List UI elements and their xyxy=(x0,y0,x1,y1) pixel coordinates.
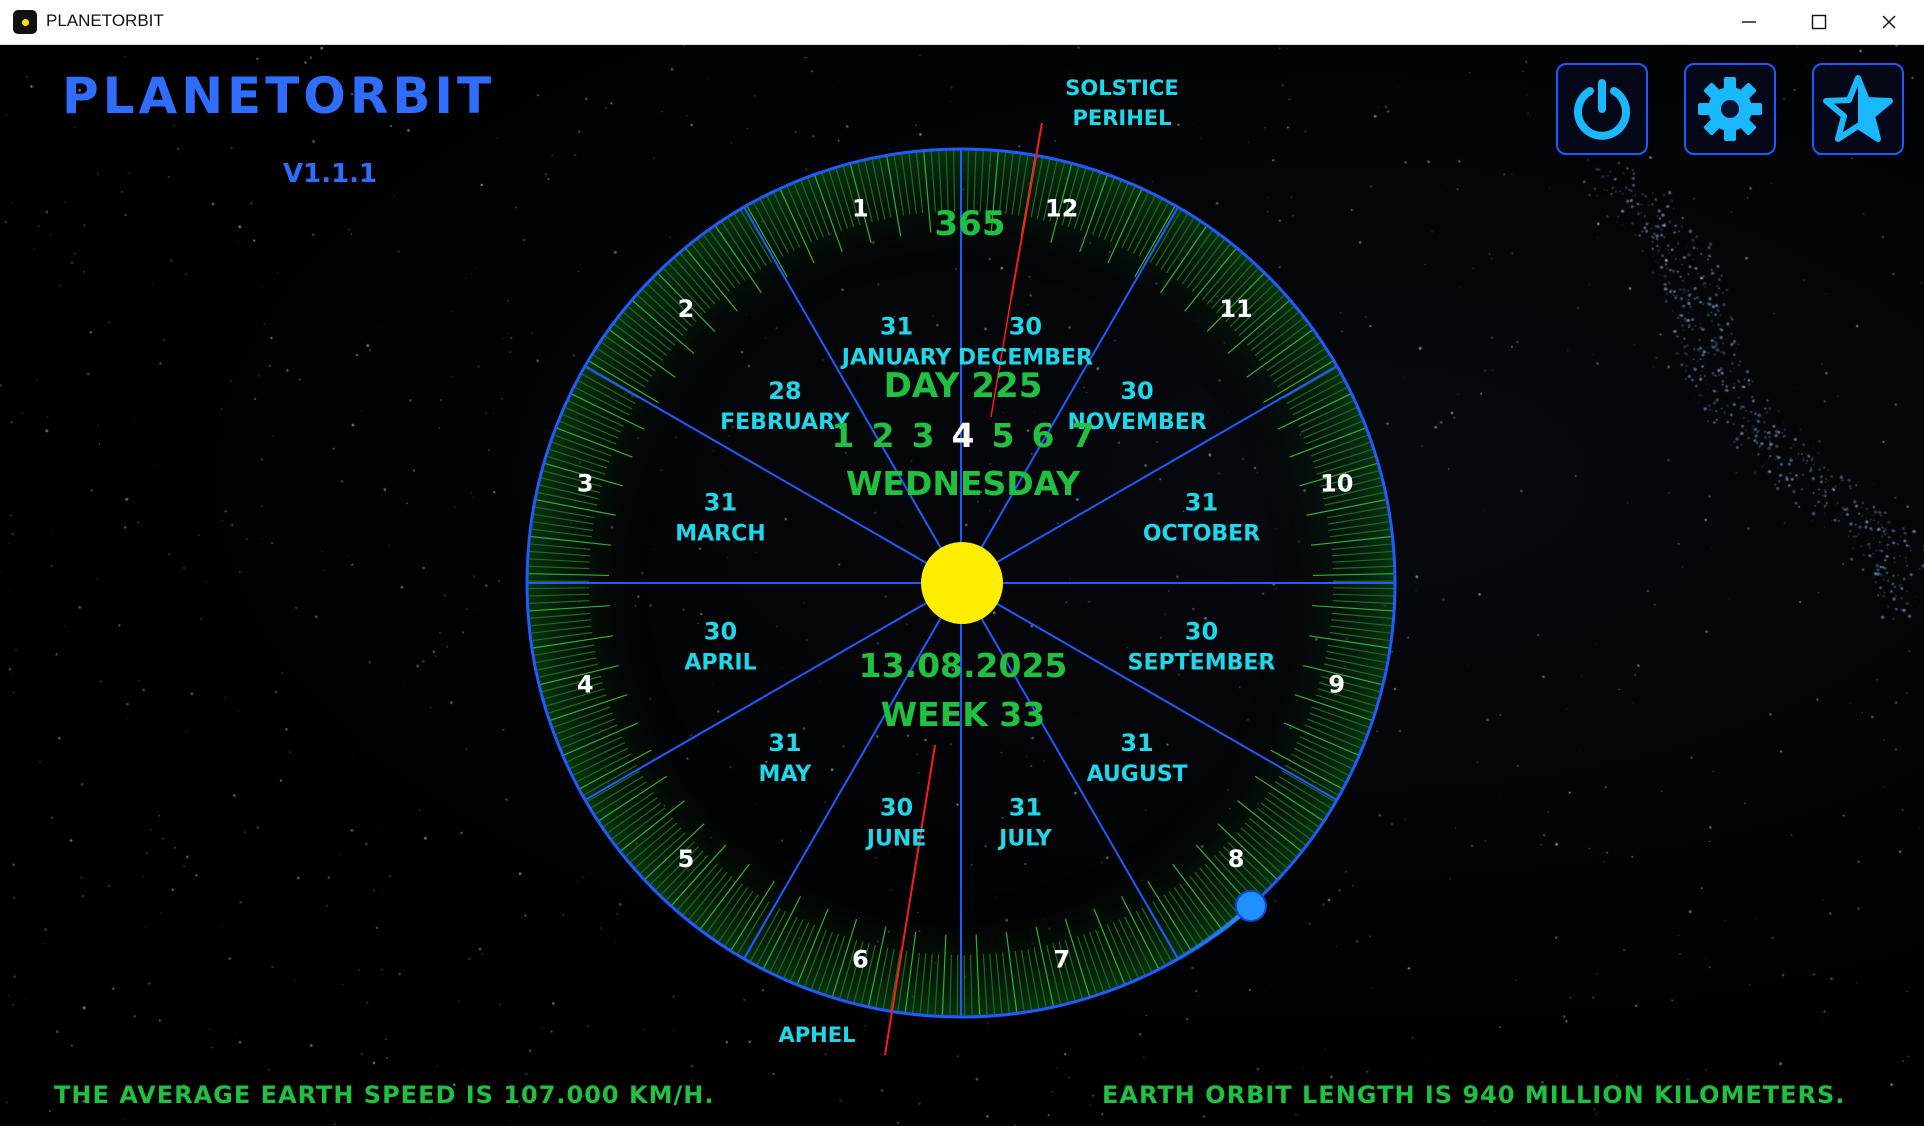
month-name-label: August xyxy=(1087,762,1188,787)
app-window: PLANETORBIT PlanetOrbit v1.1.1 xyxy=(0,0,1924,1126)
month-days-label: 31 xyxy=(704,489,737,517)
current-date: 13.08.2025 xyxy=(859,646,1068,685)
month-name-label: April xyxy=(684,650,756,675)
total-days-label: 365 xyxy=(935,204,1006,244)
month-days-label: 30 xyxy=(1009,312,1042,340)
month-name-label: October xyxy=(1143,522,1260,547)
day-tick xyxy=(1332,587,1394,590)
day-of-year-label: Day 225 xyxy=(884,366,1043,406)
month-number-label: 3 xyxy=(577,469,594,497)
month-days-label: 31 xyxy=(880,312,913,340)
window-title: PLANETORBIT xyxy=(46,11,164,30)
weekday-number: 7 xyxy=(1072,416,1095,455)
app-logo-icon xyxy=(13,10,37,34)
month-days-label: 31 xyxy=(768,729,801,757)
close-icon xyxy=(1882,15,1896,29)
aphel-label: Aphel xyxy=(779,1023,856,1047)
orbit-dial: Solstice Perihel Aphel 131January228Febr… xyxy=(525,76,1397,1056)
weekday-number: 5 xyxy=(992,416,1015,455)
day-tick xyxy=(956,954,959,1016)
month-name-label: March xyxy=(675,522,765,547)
weekday-number: 6 xyxy=(1032,416,1055,455)
day-tick xyxy=(528,587,590,590)
month-number-label: 12 xyxy=(1045,194,1078,222)
month-days-label: 30 xyxy=(880,794,913,822)
month-name-label: May xyxy=(759,762,813,787)
perihel-label: Perihel xyxy=(1072,106,1171,130)
month-name-label: June xyxy=(865,827,927,852)
month-number-label: 10 xyxy=(1320,469,1353,497)
month-number-label: 2 xyxy=(678,295,695,323)
title-bar: PLANETORBIT xyxy=(0,0,1924,45)
month-days-label: 28 xyxy=(768,377,801,405)
month-days-label: 30 xyxy=(704,617,737,645)
main-content: PlanetOrbit v1.1.1 xyxy=(0,45,1924,1126)
week-number: Week 33 xyxy=(881,695,1045,734)
month-number-label: 11 xyxy=(1219,295,1252,323)
month-days-label: 31 xyxy=(1120,729,1153,757)
month-number-label: 9 xyxy=(1328,671,1345,699)
month-days-label: 31 xyxy=(1185,489,1218,517)
day-tick xyxy=(963,954,966,1016)
weekday-number: 4 xyxy=(952,416,975,455)
minimize-button[interactable] xyxy=(1714,0,1784,44)
weekday-name: Wednesday xyxy=(846,464,1081,503)
month-days-label: 30 xyxy=(1120,377,1153,405)
month-number-label: 4 xyxy=(577,671,594,699)
weekday-number: 3 xyxy=(912,416,935,455)
month-number-label: 5 xyxy=(678,845,695,873)
month-number-label: 1 xyxy=(852,194,869,222)
minimize-icon xyxy=(1742,21,1756,23)
month-number-label: 8 xyxy=(1228,845,1245,873)
earth-marker[interactable] xyxy=(1234,889,1267,922)
weekday-number: 2 xyxy=(872,416,895,455)
month-days-label: 30 xyxy=(1185,617,1218,645)
month-name-label: September xyxy=(1128,650,1276,675)
sun xyxy=(921,542,1003,624)
month-number-label: 6 xyxy=(852,946,869,974)
close-button[interactable] xyxy=(1854,0,1924,44)
maximize-icon xyxy=(1811,14,1827,30)
maximize-button[interactable] xyxy=(1784,0,1854,44)
month-days-label: 31 xyxy=(1009,794,1042,822)
earth-speed-text: The average earth speed is 107.000 km/h. xyxy=(54,1081,715,1109)
earth-orbit-length-text: Earth orbit length is 940 million kilome… xyxy=(1102,1081,1846,1109)
month-name-label: July xyxy=(997,827,1053,852)
month-number-label: 7 xyxy=(1053,946,1070,974)
weekday-number: 1 xyxy=(832,416,855,455)
solstice-label: Solstice xyxy=(1065,76,1178,100)
